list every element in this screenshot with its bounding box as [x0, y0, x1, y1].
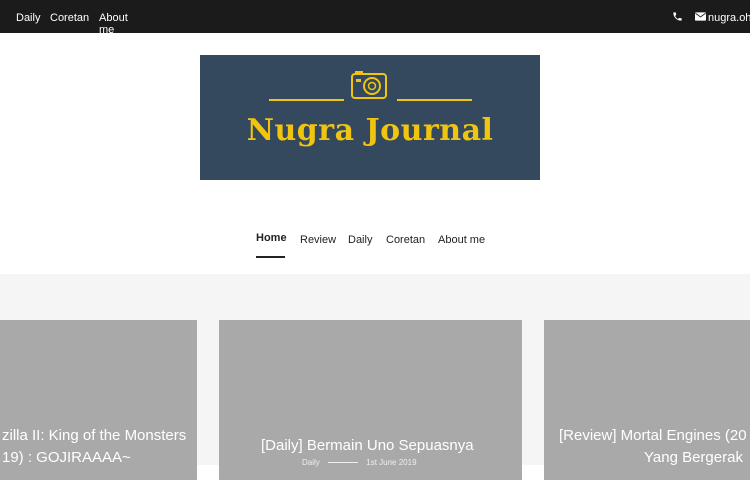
nav-item-about[interactable]: About me	[438, 234, 485, 246]
nav-item-review[interactable]: Review	[300, 234, 336, 246]
post-title[interactable]: [Review] Mortal Engines (20	[559, 427, 747, 444]
nav-item-daily[interactable]: Daily	[348, 234, 372, 246]
email-link[interactable]: nugra.oh	[708, 12, 750, 24]
post-title[interactable]: [Daily] Bermain Uno Sepuasnya	[261, 437, 474, 454]
camera-icon	[351, 71, 387, 99]
post-title[interactable]: zilla II: King of the Monsters	[2, 427, 186, 444]
meta-divider	[328, 462, 359, 464]
top-nav-item-about[interactable]: About me	[99, 12, 128, 36]
nav-item-coretan[interactable]: Coretan	[386, 234, 425, 246]
logo-title: Nugra Journal	[246, 113, 494, 148]
posts-area: zilla II: King of the Monsters 19) : GOJ…	[0, 274, 750, 480]
logo-rule-left	[269, 99, 344, 101]
post-category[interactable]: Daily	[302, 458, 320, 467]
nav-item-home[interactable]: Home	[256, 232, 287, 244]
envelope-icon[interactable]	[695, 12, 706, 21]
nav-active-indicator	[256, 256, 285, 258]
top-nav-item-coretan[interactable]: Coretan	[50, 12, 89, 24]
logo-rule-right	[397, 99, 472, 101]
top-bar: w Daily Coretan About me nugra.oh	[0, 0, 750, 36]
phone-icon[interactable]	[672, 11, 683, 22]
post-title[interactable]: Yang Bergerak	[644, 449, 743, 466]
post-date: 1st June 2019	[366, 458, 417, 467]
post-card[interactable]: [Daily] Bermain Uno Sepuasnya Daily 1st …	[219, 320, 522, 480]
post-card[interactable]: zilla II: King of the Monsters 19) : GOJ…	[0, 320, 197, 480]
top-nav-item-daily[interactable]: Daily	[16, 12, 40, 24]
post-card[interactable]: [Review] Mortal Engines (20 Yang Bergera…	[544, 320, 750, 480]
site-logo[interactable]: Nugra Journal	[200, 55, 540, 180]
post-title[interactable]: 19) : GOJIRAAAA~	[2, 449, 131, 466]
post-meta: Daily 1st June 2019	[302, 458, 417, 467]
main-nav: Home Review Daily Coretan About me	[0, 232, 750, 262]
